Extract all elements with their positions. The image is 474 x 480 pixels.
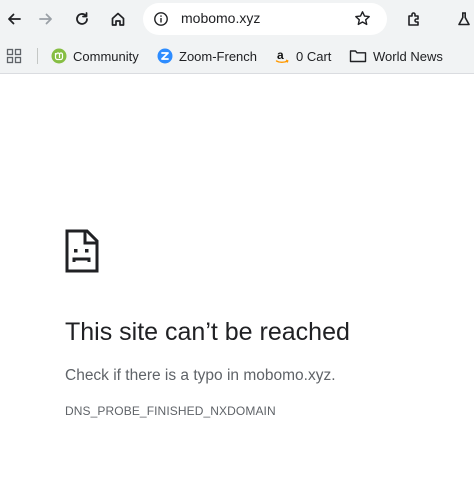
extensions-button[interactable]	[400, 5, 428, 33]
bookmark-label: Community	[73, 48, 139, 64]
bookmark-community[interactable]: Community	[51, 46, 139, 66]
zoom-icon	[157, 48, 173, 64]
forward-button[interactable]	[32, 5, 60, 33]
reload-button[interactable]	[68, 5, 96, 33]
error-description: Check if there is a typo in mobomo.xyz.	[65, 367, 336, 384]
error-code: DNS_PROBE_FINISHED_NXDOMAIN	[65, 404, 276, 418]
error-title: This site can’t be reached	[65, 318, 350, 346]
bookmark-label: 0 Cart	[296, 48, 332, 64]
svg-text:a: a	[277, 48, 284, 62]
site-info-icon[interactable]	[153, 11, 169, 27]
url-text[interactable]: mobomo.xyz	[181, 10, 260, 26]
apps-grid-icon	[6, 48, 22, 64]
folder-icon	[349, 48, 367, 64]
bookmark-world-news[interactable]: World News	[349, 46, 443, 66]
bookmark-label: World News	[373, 48, 443, 64]
browser-toolbar: mobomo.xyz	[0, 0, 474, 38]
back-arrow-icon	[8, 13, 21, 25]
address-bar[interactable]: mobomo.xyz	[143, 3, 387, 35]
bookmark-star-icon[interactable]	[354, 10, 371, 27]
bookmark-zoom-french[interactable]: Zoom-French	[157, 46, 257, 66]
amazon-icon: a	[274, 48, 290, 64]
bookmark-label: Zoom-French	[179, 48, 258, 64]
bookmarks-bar: Community Zoom-French a 0 Cart World New…	[0, 38, 474, 74]
bookmarks-divider	[37, 48, 38, 64]
home-button[interactable]	[104, 5, 132, 33]
labs-button[interactable]	[450, 5, 474, 33]
reload-icon	[76, 12, 88, 25]
bookmark-cart[interactable]: a 0 Cart	[274, 46, 331, 66]
forward-arrow-icon	[39, 13, 52, 25]
linux-mint-icon	[51, 48, 67, 64]
back-button[interactable]	[0, 5, 28, 33]
home-icon	[111, 12, 125, 26]
sad-page-icon	[65, 229, 99, 278]
apps-button[interactable]	[6, 46, 22, 66]
flask-icon	[458, 12, 470, 26]
puzzle-piece-icon	[407, 11, 419, 26]
